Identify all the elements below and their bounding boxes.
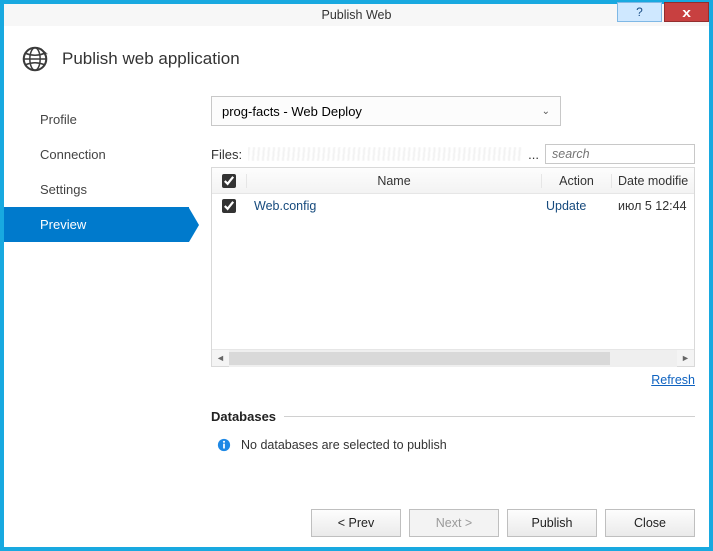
horizontal-scrollbar[interactable]: ◄ ►: [212, 349, 694, 366]
grid-header: Name Action Date modifie: [212, 168, 694, 194]
files-label: Files:: [211, 147, 242, 162]
nav-item-settings[interactable]: Settings: [4, 172, 189, 207]
search-input[interactable]: [545, 144, 695, 164]
table-row[interactable]: Web.config Update июл 5 12:44: [212, 194, 694, 218]
window-title: Publish Web: [4, 8, 709, 22]
prev-button[interactable]: < Prev: [311, 509, 401, 537]
scroll-track[interactable]: [229, 350, 677, 367]
scroll-thumb[interactable]: [229, 352, 610, 365]
dialog-footer: < Prev Next > Publish Close: [4, 493, 709, 547]
row-date: июл 5 12:44: [612, 199, 694, 213]
publish-web-dialog: Publish Web ? x Publish web application …: [4, 4, 709, 547]
help-button[interactable]: ?: [617, 2, 662, 22]
row-action: Update: [542, 199, 612, 213]
nav-item-profile[interactable]: Profile: [4, 102, 189, 137]
titlebar: Publish Web ? x: [4, 4, 709, 26]
next-button: Next >: [409, 509, 499, 537]
scroll-right-icon[interactable]: ►: [677, 350, 694, 367]
column-header-name[interactable]: Name: [246, 174, 542, 188]
select-all-checkbox[interactable]: [222, 174, 236, 188]
nav-item-preview[interactable]: Preview: [4, 207, 189, 242]
files-path-redacted: [248, 147, 522, 161]
row-checkbox[interactable]: [222, 199, 236, 213]
dialog-header: Publish web application: [4, 26, 709, 96]
publish-button[interactable]: Publish: [507, 509, 597, 537]
row-name: Web.config: [246, 199, 542, 213]
databases-message: No databases are selected to publish: [241, 438, 447, 452]
wizard-nav: Profile Connection Settings Preview: [4, 96, 189, 493]
publish-profile-value: prog-facts - Web Deploy: [222, 104, 362, 119]
info-icon: [217, 438, 231, 452]
databases-title: Databases: [211, 409, 276, 424]
column-header-date[interactable]: Date modifie: [612, 174, 694, 188]
globe-icon: [20, 44, 50, 74]
page-title: Publish web application: [62, 49, 240, 69]
files-ellipsis: ...: [528, 147, 539, 162]
close-button[interactable]: Close: [605, 509, 695, 537]
scroll-left-icon[interactable]: ◄: [212, 350, 229, 367]
publish-profile-dropdown[interactable]: prog-facts - Web Deploy ⌄: [211, 96, 561, 126]
column-header-action[interactable]: Action: [542, 174, 612, 188]
files-grid: Name Action Date modifie Web.config Upda…: [211, 167, 695, 367]
refresh-link[interactable]: Refresh: [651, 373, 695, 387]
chevron-down-icon: ⌄: [542, 106, 550, 117]
close-window-button[interactable]: x: [664, 2, 709, 22]
nav-item-connection[interactable]: Connection: [4, 137, 189, 172]
databases-section-header: Databases: [211, 409, 695, 424]
